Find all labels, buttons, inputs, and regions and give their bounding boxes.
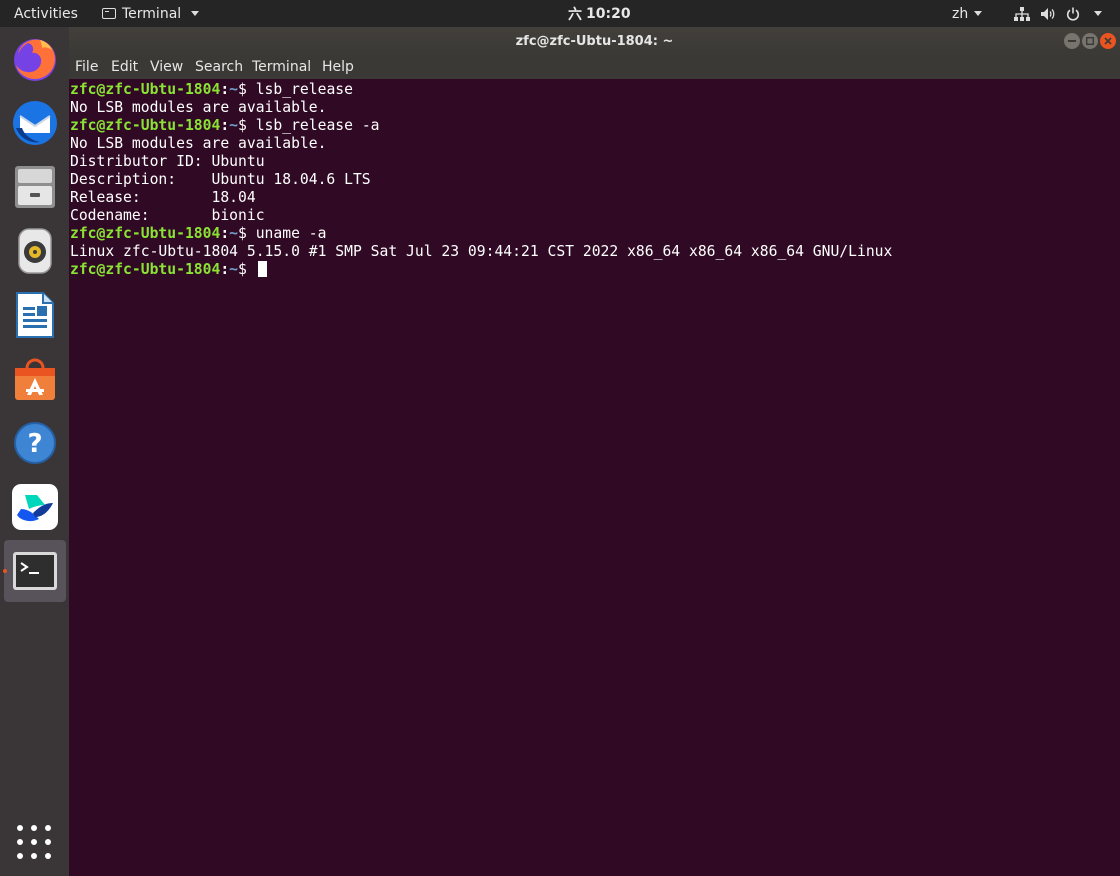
terminal-command-line: zfc@zfc-Ubtu-1804:~$ lsb_release -a bbox=[70, 117, 380, 135]
dock-software[interactable] bbox=[4, 348, 66, 410]
prompt-path: ~ bbox=[229, 117, 239, 134]
command-text: lsb_release bbox=[255, 81, 353, 98]
clock-day: 六 bbox=[568, 6, 582, 23]
terminal-command-line: zfc@zfc-Ubtu-1804:~$ bbox=[70, 261, 267, 279]
chevron-down-icon bbox=[191, 11, 200, 16]
chevron-down-icon bbox=[974, 11, 983, 16]
dock-terminal[interactable] bbox=[3, 540, 66, 602]
prompt-user: zfc@zfc-Ubtu-1804 bbox=[70, 117, 221, 134]
terminal-command-line: zfc@zfc-Ubtu-1804:~$ lsb_release bbox=[70, 81, 353, 99]
terminal-small-icon bbox=[102, 8, 116, 19]
prompt-user: zfc@zfc-Ubtu-1804 bbox=[70, 261, 221, 278]
svg-text:?: ? bbox=[27, 429, 42, 459]
maximize-icon bbox=[1086, 37, 1094, 45]
command-text: lsb_release -a bbox=[255, 117, 380, 134]
dock-rhythmbox[interactable] bbox=[4, 220, 66, 282]
clock-button[interactable]: 六 10:20 bbox=[568, 0, 631, 27]
network-icon bbox=[1014, 6, 1030, 21]
rhythmbox-icon bbox=[18, 228, 52, 274]
input-method-label: zh bbox=[952, 5, 969, 22]
prompt-user: zfc@zfc-Ubtu-1804 bbox=[70, 225, 221, 242]
command-text: uname -a bbox=[255, 225, 327, 242]
minimize-button[interactable] bbox=[1064, 33, 1080, 49]
terminal-output-line: No LSB modules are available. bbox=[70, 135, 327, 152]
maximize-button[interactable] bbox=[1082, 33, 1098, 49]
app-menu-button[interactable]: Terminal bbox=[102, 0, 200, 27]
close-icon bbox=[1104, 37, 1112, 45]
menu-search[interactable]: Search bbox=[195, 59, 243, 75]
menu-edit[interactable]: Edit bbox=[111, 59, 138, 75]
show-applications-button[interactable] bbox=[17, 825, 53, 861]
activities-button[interactable]: Activities bbox=[14, 0, 78, 27]
prompt-symbol: $ bbox=[238, 117, 256, 134]
system-tray[interactable] bbox=[1014, 0, 1102, 27]
clock-time: 10:20 bbox=[586, 5, 631, 22]
terminal-output-line: No LSB modules are available. bbox=[70, 99, 327, 116]
prompt-user: zfc@zfc-Ubtu-1804 bbox=[70, 81, 221, 98]
volume-icon bbox=[1040, 7, 1056, 21]
input-method-button[interactable]: zh bbox=[952, 0, 983, 27]
menu-terminal[interactable]: Terminal bbox=[252, 59, 311, 75]
menu-view[interactable]: View bbox=[150, 59, 183, 75]
menu-help[interactable]: Help bbox=[322, 59, 354, 75]
minimize-icon bbox=[1068, 40, 1076, 42]
files-icon bbox=[15, 166, 55, 208]
prompt-separator: : bbox=[220, 81, 230, 98]
window-title: zfc@zfc-Ubtu-1804: ~ bbox=[515, 34, 674, 49]
prompt-path: ~ bbox=[229, 261, 239, 278]
terminal-command-line: zfc@zfc-Ubtu-1804:~$ uname -a bbox=[70, 225, 326, 243]
dock-files[interactable] bbox=[4, 156, 66, 218]
terminal-icon bbox=[13, 552, 57, 590]
app-menu-label: Terminal bbox=[122, 5, 182, 22]
terminal-output-line: Release: 18.04 bbox=[70, 189, 256, 206]
chevron-down-icon bbox=[1094, 11, 1102, 16]
terminal-output-line: Linux zfc-Ubtu-1804 5.15.0 #1 SMP Sat Ju… bbox=[70, 243, 893, 260]
menu-file[interactable]: File bbox=[75, 59, 98, 75]
prompt-separator: : bbox=[220, 225, 230, 242]
feishu-icon bbox=[12, 484, 58, 530]
help-icon: ? bbox=[14, 422, 56, 464]
top-bar: Activities Terminal 六 10:20 zh bbox=[0, 0, 1120, 27]
prompt-symbol: $ bbox=[238, 81, 256, 98]
power-icon bbox=[1066, 7, 1080, 21]
dock-feishu[interactable] bbox=[4, 476, 66, 538]
activities-label: Activities bbox=[14, 5, 78, 22]
software-center-icon bbox=[15, 358, 55, 400]
terminal-output[interactable]: zfc@zfc-Ubtu-1804:~$ lsb_release No LSB m… bbox=[69, 79, 1120, 876]
libreoffice-writer-icon bbox=[16, 292, 54, 338]
terminal-output-line: Codename: bionic bbox=[70, 207, 265, 224]
menu-bar: File Edit View Search Terminal Help bbox=[69, 56, 1120, 79]
dock-firefox[interactable] bbox=[4, 28, 66, 90]
window-titlebar[interactable]: zfc@zfc-Ubtu-1804: ~ bbox=[69, 27, 1120, 56]
dock-thunderbird[interactable] bbox=[4, 92, 66, 154]
terminal-output-line: Distributor ID: Ubuntu bbox=[70, 153, 265, 170]
firefox-icon bbox=[14, 39, 56, 81]
text-cursor bbox=[257, 261, 267, 277]
terminal-output-line: Description: Ubuntu 18.04.6 LTS bbox=[70, 171, 371, 188]
prompt-path: ~ bbox=[229, 81, 239, 98]
dock: ? bbox=[0, 27, 69, 876]
dock-help[interactable]: ? bbox=[4, 412, 66, 474]
prompt-symbol: $ bbox=[238, 225, 256, 242]
prompt-separator: : bbox=[220, 117, 230, 134]
thunderbird-icon bbox=[13, 101, 57, 145]
running-indicator bbox=[3, 569, 7, 573]
prompt-symbol: $ bbox=[238, 261, 256, 278]
dock-writer[interactable] bbox=[4, 284, 66, 346]
close-button[interactable] bbox=[1100, 33, 1116, 49]
prompt-separator: : bbox=[220, 261, 230, 278]
prompt-path: ~ bbox=[229, 225, 239, 242]
